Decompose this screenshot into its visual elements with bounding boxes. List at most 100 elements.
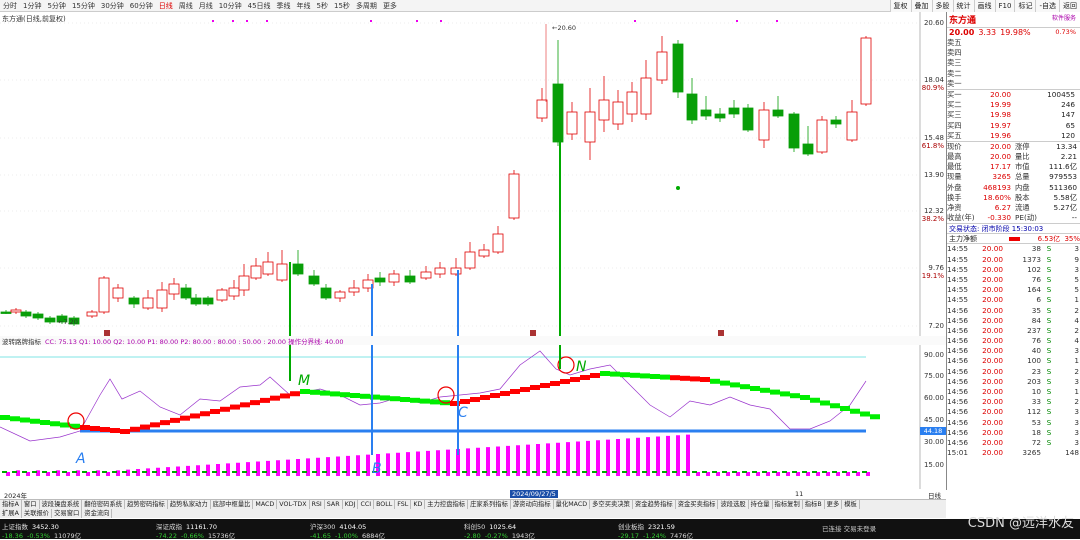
period-12[interactable]: 年线 <box>294 1 314 11</box>
indicator-tab-2[interactable]: 波段操盘系统 <box>40 500 83 509</box>
tick-mark <box>632 471 637 473</box>
period-4[interactable]: 30分钟 <box>98 1 127 11</box>
trend-step <box>530 385 540 390</box>
toolbar-button-6[interactable]: 标记 <box>1014 0 1036 12</box>
signal-dot <box>676 186 680 190</box>
indicator-tab-14[interactable]: FSL <box>395 500 412 509</box>
candlestick-chart[interactable]: 20.60 18.0480.9% 15.4861.8% 13.90 12.3238.2%… <box>0 12 946 336</box>
indicator-tab-1[interactable]: 窗口 <box>22 500 40 509</box>
price-axis-label: 9.76 <box>928 264 944 272</box>
tick-cell: 1 <box>1074 295 1079 305</box>
period-10[interactable]: 45日线 <box>245 1 274 11</box>
signal-marker <box>232 20 234 22</box>
toolbar-button-8[interactable]: 返回 <box>1059 0 1080 12</box>
indicator-chart[interactable]: 90.00 75.00 60.00 45.00 30.00 15.00 44.18 A B C M N <box>0 345 946 489</box>
tick-mark <box>732 471 737 473</box>
indicator-tab-6[interactable]: 底部中枢量比 <box>211 500 254 509</box>
cell: 买四 <box>947 120 962 130</box>
indicator-tab-26[interactable]: 指标B <box>803 500 825 509</box>
indicator-tab-28[interactable]: 模板 <box>842 500 860 509</box>
indicator-tab-21[interactable]: 资金趋势指标 <box>633 500 676 509</box>
indicator-tab-12[interactable]: CCI <box>358 500 375 509</box>
toolbar-button-2[interactable]: 多股 <box>931 0 953 12</box>
extension-tab-1[interactable]: 关联报价 <box>22 509 53 518</box>
tick-cell: S <box>1046 397 1052 407</box>
indicator-tab-8[interactable]: VOL-TDX <box>277 500 310 509</box>
tick-mark <box>52 471 57 473</box>
cell <box>975 38 1011 48</box>
connection-status[interactable]: 已连接 交易未登录 <box>822 523 876 533</box>
toolbar-button-4[interactable]: 画线 <box>973 0 995 12</box>
tick-cell: 203 <box>1027 376 1041 386</box>
period-0[interactable]: 分时 <box>0 1 20 11</box>
toolbar-button-5[interactable]: F10 <box>994 0 1015 12</box>
toolbar-button-0[interactable]: 复权 <box>889 0 911 12</box>
indicator-tab-7[interactable]: MACD <box>253 500 278 509</box>
trend-step <box>850 408 860 414</box>
indicator-tab-3[interactable]: 翻倍密码系统 <box>82 500 126 509</box>
period-14[interactable]: 15秒 <box>331 1 353 11</box>
indicator-tab-4[interactable]: 趋势密码指标 <box>125 500 168 509</box>
tick-cell: 6 <box>1036 295 1041 305</box>
period-13[interactable]: 5秒 <box>314 1 331 11</box>
period-5[interactable]: 60分钟 <box>127 1 156 11</box>
main-flow: 主力净额 6.53亿 35% <box>947 233 1080 243</box>
indicator-tab-16[interactable]: 主力控盘指标 <box>425 500 469 509</box>
stats-cell: 现量 <box>947 172 962 182</box>
tick-list[interactable]: 14:55 20.00 38 S 3 14:55 20.00 1373 S 9 14:55 20.00… <box>947 243 1080 458</box>
period-7[interactable]: 周线 <box>176 1 196 11</box>
period-16[interactable]: 更多 <box>380 1 400 11</box>
toolbar-button-3[interactable]: 统计 <box>952 0 974 12</box>
tick-mark <box>92 471 97 473</box>
toolbar-button-1[interactable]: 叠加 <box>910 0 932 12</box>
extension-tab-0[interactable]: 扩展A <box>0 509 22 518</box>
indicator-tab-27[interactable]: 更多 <box>825 500 843 509</box>
period-6[interactable]: 日线 <box>156 1 176 11</box>
trend-step <box>570 377 580 382</box>
indicator-tab-24[interactable]: 持仓量 <box>749 500 773 509</box>
stats-cell: 市值 <box>1015 162 1030 172</box>
period-15[interactable]: 多周期 <box>353 1 380 11</box>
stats-row: 外盘 468193 内盘 511360 <box>947 183 1080 193</box>
stats-cell: 现价 <box>947 141 962 151</box>
indicator-tab-5[interactable]: 趋势私家动力 <box>168 500 211 509</box>
indicator-tab-25[interactable]: 指标复制 <box>773 500 803 509</box>
period-1[interactable]: 1分钟 <box>20 1 44 11</box>
indicator-tab-15[interactable]: KD <box>411 500 426 509</box>
tick-cell: S <box>1046 264 1052 274</box>
indicator-tab-13[interactable]: BOLL <box>374 500 396 509</box>
trend-step <box>590 373 600 378</box>
tick-cell: 14:56 <box>947 407 969 417</box>
indicator-tab-9[interactable]: RSI <box>310 500 325 509</box>
indicator-value-badge-text: 44.18 <box>924 427 943 435</box>
sector-tag[interactable]: 软件服务 <box>1052 13 1076 22</box>
tick-cell: 20.00 <box>982 264 1003 274</box>
indicator-tab-10[interactable]: SAR <box>325 500 343 509</box>
indicator-tab-11[interactable]: KDJ <box>343 500 359 509</box>
indicator-name[interactable]: 波转路牌指标 <box>2 336 41 346</box>
period-3[interactable]: 15分钟 <box>69 1 98 11</box>
trend-step <box>280 393 290 399</box>
period-11[interactable]: 季线 <box>274 1 294 11</box>
period-9[interactable]: 10分钟 <box>216 1 245 11</box>
indicator-tab-0[interactable]: 指标A <box>0 500 22 509</box>
stats-cell: 20.00 <box>990 152 1011 162</box>
tick-cell: 112 <box>1027 407 1041 417</box>
indicator-tab-19[interactable]: 量化MACD <box>554 500 591 509</box>
tick-row: 14:56 20.00 76 S 4 <box>947 336 1080 346</box>
indicator-tab-18[interactable]: 游资动向指标 <box>511 500 554 509</box>
indicator-tab-23[interactable]: 波段选股 <box>718 500 749 509</box>
indicator-tab-20[interactable]: 多空买卖决策 <box>590 500 633 509</box>
flow-value: 6.53亿 <box>1037 235 1061 244</box>
cell: 卖一 <box>947 78 962 88</box>
tick-cell: S <box>1046 407 1052 417</box>
period-2[interactable]: 5分钟 <box>44 1 68 11</box>
cell: 19.98 <box>990 110 1011 120</box>
stats-cell: 979553 <box>1049 172 1077 182</box>
extension-tab-2[interactable]: 交易窗口 <box>52 509 83 518</box>
indicator-tab-17[interactable]: 庄家系列指标 <box>468 500 511 509</box>
period-8[interactable]: 月线 <box>196 1 216 11</box>
toolbar-button-7[interactable]: -自选 <box>1035 0 1059 12</box>
indicator-tab-22[interactable]: 资金买卖指标 <box>676 500 719 509</box>
extension-tab-3[interactable]: 资金流向 <box>82 509 113 518</box>
